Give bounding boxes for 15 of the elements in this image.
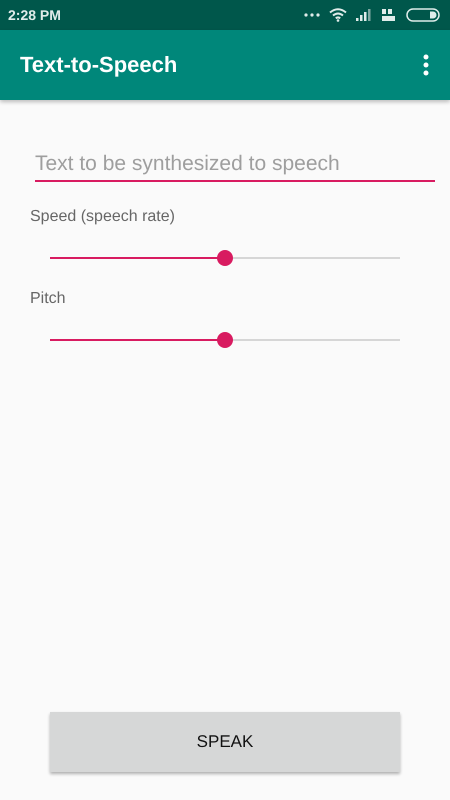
slider-thumb[interactable]	[217, 332, 233, 348]
slider-label: Speed (speech rate)	[30, 208, 176, 226]
signal-icon	[356, 9, 372, 21]
slider-track[interactable]	[50, 332, 400, 348]
wifi-icon	[329, 8, 347, 22]
speak-button[interactable]: SPEAK	[50, 712, 400, 772]
battery-icon	[406, 8, 440, 22]
slider-label: Pitch	[30, 290, 67, 308]
overflow-menu-icon[interactable]	[422, 54, 430, 76]
status-time: 2:28 PM	[8, 7, 61, 23]
dots-icon	[304, 12, 320, 18]
slider-thumb[interactable]	[217, 250, 233, 266]
text-input-field[interactable]: Text to be synthesized to speech	[35, 150, 435, 182]
slider-track[interactable]	[50, 250, 400, 266]
app-title: Text-to-Speech	[20, 52, 178, 78]
